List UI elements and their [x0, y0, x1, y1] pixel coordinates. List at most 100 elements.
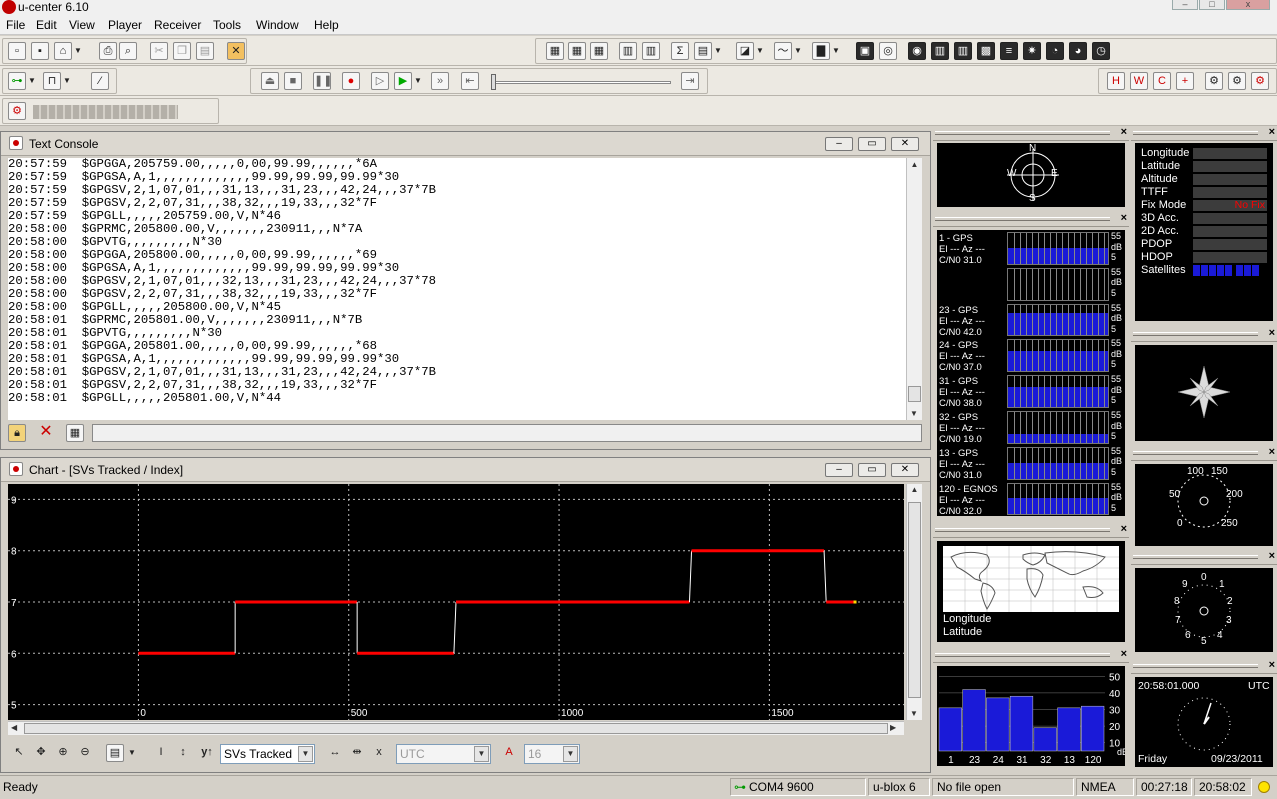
world-map-close-icon[interactable]: ×: [1121, 523, 1127, 535]
navigation-status-icon[interactable]: ≡: [1000, 42, 1018, 60]
chart-minimize-button[interactable]: –: [825, 463, 853, 477]
scroll-down-icon[interactable]: ▼: [910, 409, 918, 418]
open-dropdown-icon[interactable]: ▼: [74, 42, 82, 60]
minimize-window-button[interactable]: –: [1172, 0, 1198, 10]
status-port[interactable]: ⊶ COM4 9600: [730, 778, 866, 796]
navigation-close-icon[interactable]: ×: [1269, 126, 1275, 138]
eject-icon[interactable]: ⏏: [261, 72, 279, 90]
filter-icon[interactable]: ▦: [66, 424, 84, 442]
baudrate-dropdown-icon[interactable]: ▼: [63, 72, 71, 90]
zoom-in-icon[interactable]: ⊕: [54, 744, 72, 762]
record-icon[interactable]: ●: [342, 72, 360, 90]
menu-window[interactable]: Window: [250, 16, 305, 34]
chart-scroll-left-icon[interactable]: ◀: [11, 723, 17, 732]
series-select-arrow-icon[interactable]: ▼: [298, 746, 313, 762]
save-icon[interactable]: ▪: [31, 42, 49, 60]
altimeter-view[interactable]: 0 9 1 8 2 7 3 6 5 4: [1135, 568, 1273, 652]
series-select[interactable]: SVs Tracked ▼: [220, 744, 315, 764]
speedometer-view[interactable]: 100 150 50 200 0 250: [1135, 464, 1273, 546]
print-preview-icon[interactable]: ⌕: [119, 42, 137, 60]
histogram-view[interactable]: 5040302010dB12324313213120: [937, 666, 1128, 766]
delete-icon[interactable]: ✕: [227, 42, 245, 60]
menu-view[interactable]: View: [63, 16, 101, 34]
pause-icon[interactable]: ❚❚: [313, 72, 332, 90]
menu-receiver[interactable]: Receiver: [148, 16, 207, 34]
scroll-thumb[interactable]: [908, 386, 921, 402]
compass-icon[interactable]: ✷: [1023, 42, 1041, 60]
menu-help[interactable]: Help: [308, 16, 345, 34]
close-window-button[interactable]: x: [1226, 0, 1270, 10]
print-icon[interactable]: ⎙: [99, 42, 117, 60]
text-console-close-button[interactable]: ✕: [891, 137, 919, 151]
histogram-view-icon[interactable]: ▇: [812, 42, 830, 60]
menu-edit[interactable]: Edit: [30, 16, 63, 34]
rewind-to-start-icon[interactable]: ⇤: [461, 72, 479, 90]
chart-plot-area[interactable]: 0 500 1000 1500 5 6 7 8 9: [8, 484, 904, 720]
scroll-up-icon[interactable]: ▲: [907, 160, 922, 169]
y-fit-icon[interactable]: ↕: [174, 744, 192, 762]
chart-vscrollbar[interactable]: ▲ ▼: [906, 484, 922, 720]
play-icon[interactable]: ▶: [394, 72, 412, 90]
satellite-signal-icon[interactable]: ▥: [954, 42, 972, 60]
data-view-dropdown-icon[interactable]: ▼: [714, 42, 722, 60]
navigation-status-view[interactable]: Longitude Latitude Altitude TTFF Fix Mode No …: [1135, 143, 1273, 321]
maximize-window-button[interactable]: □: [1199, 0, 1225, 10]
pan-icon[interactable]: ✥: [32, 744, 50, 762]
fast-forward-icon[interactable]: »: [431, 72, 449, 90]
jump-to-end-icon[interactable]: ⇥: [681, 72, 699, 90]
world-map-icon[interactable]: ▩: [977, 42, 995, 60]
chart-close-button[interactable]: ✕: [891, 463, 919, 477]
compass-close-icon[interactable]: ×: [1269, 327, 1275, 339]
playback-slider-thumb[interactable]: [491, 74, 496, 90]
speedometer-icon[interactable]: ◕: [1069, 42, 1087, 60]
altimeter-icon[interactable]: ◔: [1046, 42, 1064, 60]
baudrate-icon[interactable]: ⊓: [43, 72, 61, 90]
reset-gear-icon[interactable]: ⚙: [1251, 72, 1269, 90]
speedometer-close-icon[interactable]: ×: [1269, 446, 1275, 458]
satellite-level-view[interactable]: 1 - GPS El --- Az --- C/N0 31.0 55 dB 5 55 dB 5 2…: [937, 230, 1125, 517]
time-select[interactable]: UTC ▼: [396, 744, 491, 764]
chart-scroll-right-icon[interactable]: ▶: [890, 723, 896, 732]
zoom-out-icon[interactable]: ⊖: [76, 744, 94, 762]
menu-file[interactable]: File: [0, 16, 31, 34]
menu-tools[interactable]: Tools: [207, 16, 247, 34]
play-dropdown-icon[interactable]: ▼: [414, 72, 422, 90]
data-view-icon[interactable]: ▤: [694, 42, 712, 60]
text-console-output[interactable]: 20:57:59 $GPGGA,205759.00,,,,,0,00,99.99…: [8, 158, 906, 420]
packet-console-icon[interactable]: ▦: [590, 42, 608, 60]
chart-view-icon[interactable]: 〜: [774, 42, 792, 60]
size-select-arrow-icon[interactable]: ▼: [563, 746, 578, 762]
messages-view-icon[interactable]: ▦: [546, 42, 564, 60]
clock-view[interactable]: 20:58:01.000 UTC Friday 09/23/2011: [1135, 677, 1273, 767]
chart-hscrollbar[interactable]: ◀ ▶: [8, 721, 904, 735]
config-gears-icon[interactable]: ⚙: [1205, 72, 1223, 90]
new-file-icon[interactable]: ▫: [8, 42, 26, 60]
copy-icon[interactable]: ❐: [173, 42, 191, 60]
clock-close-icon[interactable]: ×: [1269, 659, 1275, 671]
chart-vscroll-thumb[interactable]: [908, 502, 921, 698]
menu-player[interactable]: Player: [102, 16, 148, 34]
open-folder-icon[interactable]: ⌂: [54, 42, 72, 60]
poll-height-icon[interactable]: H: [1107, 72, 1125, 90]
altimeter-close-icon[interactable]: ×: [1269, 550, 1275, 562]
playback-slider-track[interactable]: [491, 81, 671, 84]
world-map-view[interactable]: Longitude Latitude: [937, 541, 1125, 642]
generation-config-icon[interactable]: ⚙: [8, 102, 26, 120]
command-input[interactable]: [92, 424, 922, 442]
sky-view-close-icon[interactable]: ×: [1121, 126, 1127, 138]
text-console-minimize-button[interactable]: –: [825, 137, 853, 151]
poll-week-icon[interactable]: W: [1130, 72, 1148, 90]
chart-settings-icon[interactable]: ▤: [106, 744, 124, 762]
poll-clock-icon[interactable]: C: [1153, 72, 1171, 90]
size-select[interactable]: 16 ▼: [524, 744, 580, 764]
satellite-level-close-icon[interactable]: ×: [1121, 212, 1127, 224]
text-console-restore-button[interactable]: ▭: [858, 137, 886, 151]
x-range-icon[interactable]: ↔: [326, 744, 344, 762]
map-view-icon[interactable]: ◪: [736, 42, 754, 60]
poll-add-icon[interactable]: +: [1176, 72, 1194, 90]
sky-view-icon[interactable]: ◉: [908, 42, 926, 60]
y-range-icon[interactable]: I: [152, 744, 170, 762]
table-view-icon[interactable]: ▥: [642, 42, 660, 60]
paste-icon[interactable]: ▤: [196, 42, 214, 60]
time-select-arrow-icon[interactable]: ▼: [474, 746, 489, 762]
